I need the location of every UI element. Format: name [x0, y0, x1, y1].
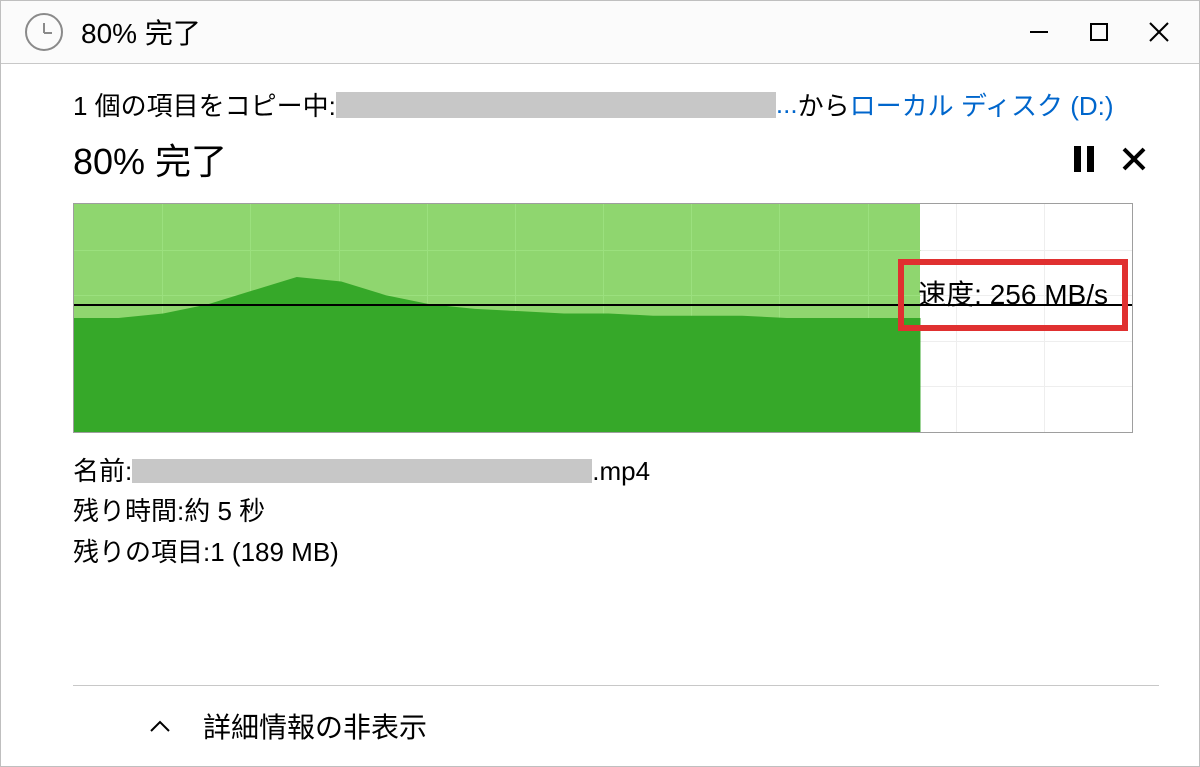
remaining-value: 1 (189 MB): [210, 532, 339, 572]
destination-link[interactable]: ローカル ディスク (D:): [850, 86, 1114, 123]
detail-time-row: 残り時間: 約 5 秒: [73, 491, 1159, 531]
detail-name-row: 名前: .mp4: [73, 451, 1159, 491]
details-toggle[interactable]: 詳細情報の非表示: [73, 685, 1159, 766]
copy-source-line: 1 個の項目をコピー中: ... から ローカル ディスク (D:): [73, 86, 1159, 123]
copy-ellipsis: ...: [776, 89, 798, 120]
dialog-body: 1 個の項目をコピー中: ... から ローカル ディスク (D:) 80% 完…: [1, 64, 1199, 766]
copy-progress-window: 80% 完了 1 個の項目をコピー中: ... から ローカル ディスク (D:…: [0, 0, 1200, 767]
name-suffix: .mp4: [592, 451, 650, 491]
time-label: 残り時間:: [73, 491, 184, 531]
redacted-source-path: [336, 92, 776, 118]
time-value: 約 5 秒: [184, 491, 265, 531]
redacted-filename: [132, 459, 592, 483]
progress-text: 80% 完了: [73, 133, 1059, 185]
name-label: 名前:: [73, 451, 132, 491]
close-button[interactable]: [1129, 7, 1189, 57]
copy-prefix: 1 個の項目をコピー中:: [73, 86, 336, 123]
details-toggle-label: 詳細情報の非表示: [203, 706, 427, 746]
titlebar: 80% 完了: [1, 1, 1199, 64]
minimize-button[interactable]: [1009, 7, 1069, 57]
speed-chart: 速度: 256 MB/s: [73, 203, 1133, 433]
pause-button[interactable]: [1059, 134, 1109, 184]
copy-from-word: から: [798, 86, 850, 123]
speed-label-highlight: 速度: 256 MB/s: [898, 259, 1128, 331]
maximize-button[interactable]: [1069, 7, 1129, 57]
window-title: 80% 完了: [81, 12, 1009, 52]
progress-row: 80% 完了: [73, 133, 1159, 185]
details-block: 名前: .mp4 残り時間: 約 5 秒 残りの項目: 1 (189 MB): [73, 451, 1159, 572]
chevron-up-icon: [145, 719, 175, 733]
speed-label: 速度: 256 MB/s: [918, 279, 1108, 310]
cancel-button[interactable]: [1109, 134, 1159, 184]
detail-remaining-row: 残りの項目: 1 (189 MB): [73, 532, 1159, 572]
clock-icon: [25, 13, 63, 51]
remaining-label: 残りの項目:: [73, 532, 210, 572]
